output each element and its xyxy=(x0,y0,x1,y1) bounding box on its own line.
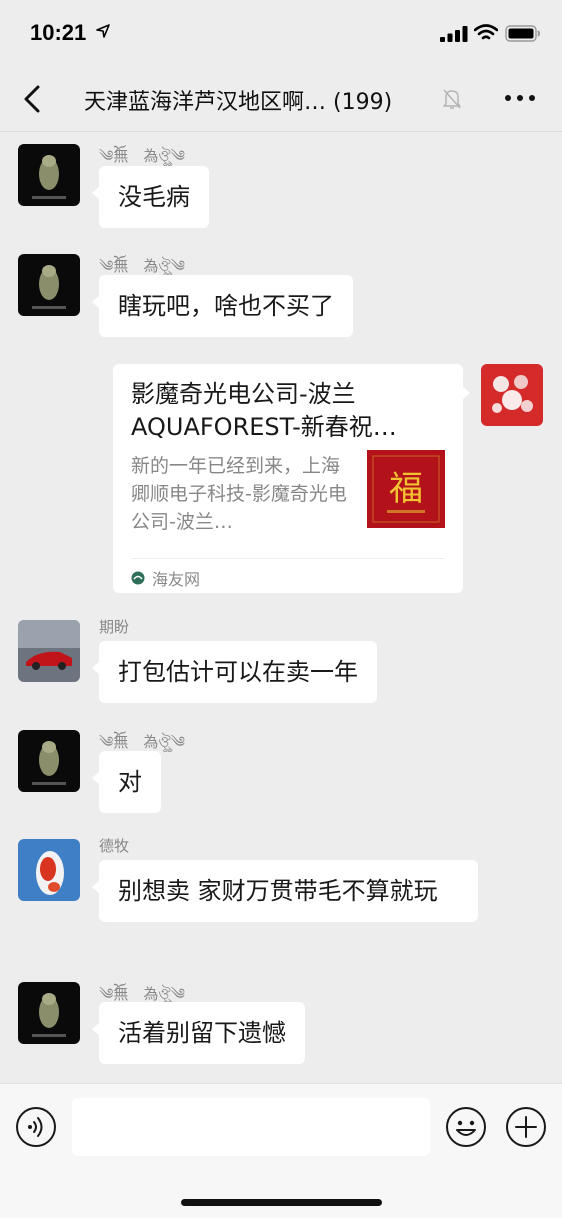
link-card-title: 影魔奇光电公司-波兰AQUAFOREST-新春祝… xyxy=(131,380,397,441)
more-options-icon[interactable] xyxy=(504,92,536,104)
status-bar: 10:21 xyxy=(0,0,562,70)
message-bubble[interactable]: 没毛病 xyxy=(92,166,209,228)
back-chevron-icon[interactable] xyxy=(20,84,46,114)
avatar[interactable] xyxy=(18,982,80,1044)
svg-text:福: 福 xyxy=(389,469,423,509)
avatar[interactable] xyxy=(18,620,80,682)
chat-header: 天津蓝海洋芦汉地区啊… (199) xyxy=(0,70,562,132)
status-time: 10:21 xyxy=(30,20,87,45)
avatar[interactable] xyxy=(18,254,80,316)
message-bubble[interactable]: 打包估计可以在卖一年 xyxy=(92,641,377,703)
link-card-source-name: 海友网 xyxy=(152,570,201,589)
sender-name: 德牧 xyxy=(99,837,130,855)
avatar[interactable] xyxy=(18,730,80,792)
link-card-source: 海友网 xyxy=(131,566,200,590)
avatar[interactable] xyxy=(18,839,80,901)
wifi-icon xyxy=(474,24,498,40)
plus-icon[interactable] xyxy=(505,1106,547,1148)
source-app-icon xyxy=(131,571,145,585)
message-input[interactable] xyxy=(72,1098,430,1156)
self-avatar[interactable] xyxy=(481,364,543,426)
divider xyxy=(131,558,445,559)
mute-bell-icon xyxy=(443,89,461,109)
avatar[interactable] xyxy=(18,144,80,206)
message-bubble[interactable]: 别想卖 家财万贯带毛不算就玩 xyxy=(92,860,478,922)
location-arrow-icon xyxy=(96,24,110,38)
link-card-thumbnail: 福 xyxy=(367,450,445,528)
message-bubble[interactable]: 瞎玩吧，啥也不买了 xyxy=(92,275,353,337)
message-bubble[interactable]: 活着别留下遗憾 xyxy=(92,1002,305,1064)
cellular-signal-icon xyxy=(440,26,468,42)
chat-title[interactable]: 天津蓝海洋芦汉地区啊… (199) xyxy=(84,84,392,116)
battery-icon xyxy=(505,25,540,42)
emoji-icon[interactable] xyxy=(445,1106,487,1148)
message-bubble[interactable]: 对 xyxy=(92,751,161,813)
voice-input-icon[interactable] xyxy=(15,1106,57,1148)
sender-name: 期盼 xyxy=(99,618,130,636)
home-indicator[interactable] xyxy=(181,1199,382,1206)
link-card[interactable]: 影魔奇光电公司-波兰AQUAFOREST-新春祝… 新的一年已经到来，上海卿顺电… xyxy=(113,364,470,593)
link-card-description: 新的一年已经到来，上海卿顺电子科技-影魔奇光电公司-波兰… xyxy=(131,455,347,533)
input-bar xyxy=(0,1083,562,1218)
